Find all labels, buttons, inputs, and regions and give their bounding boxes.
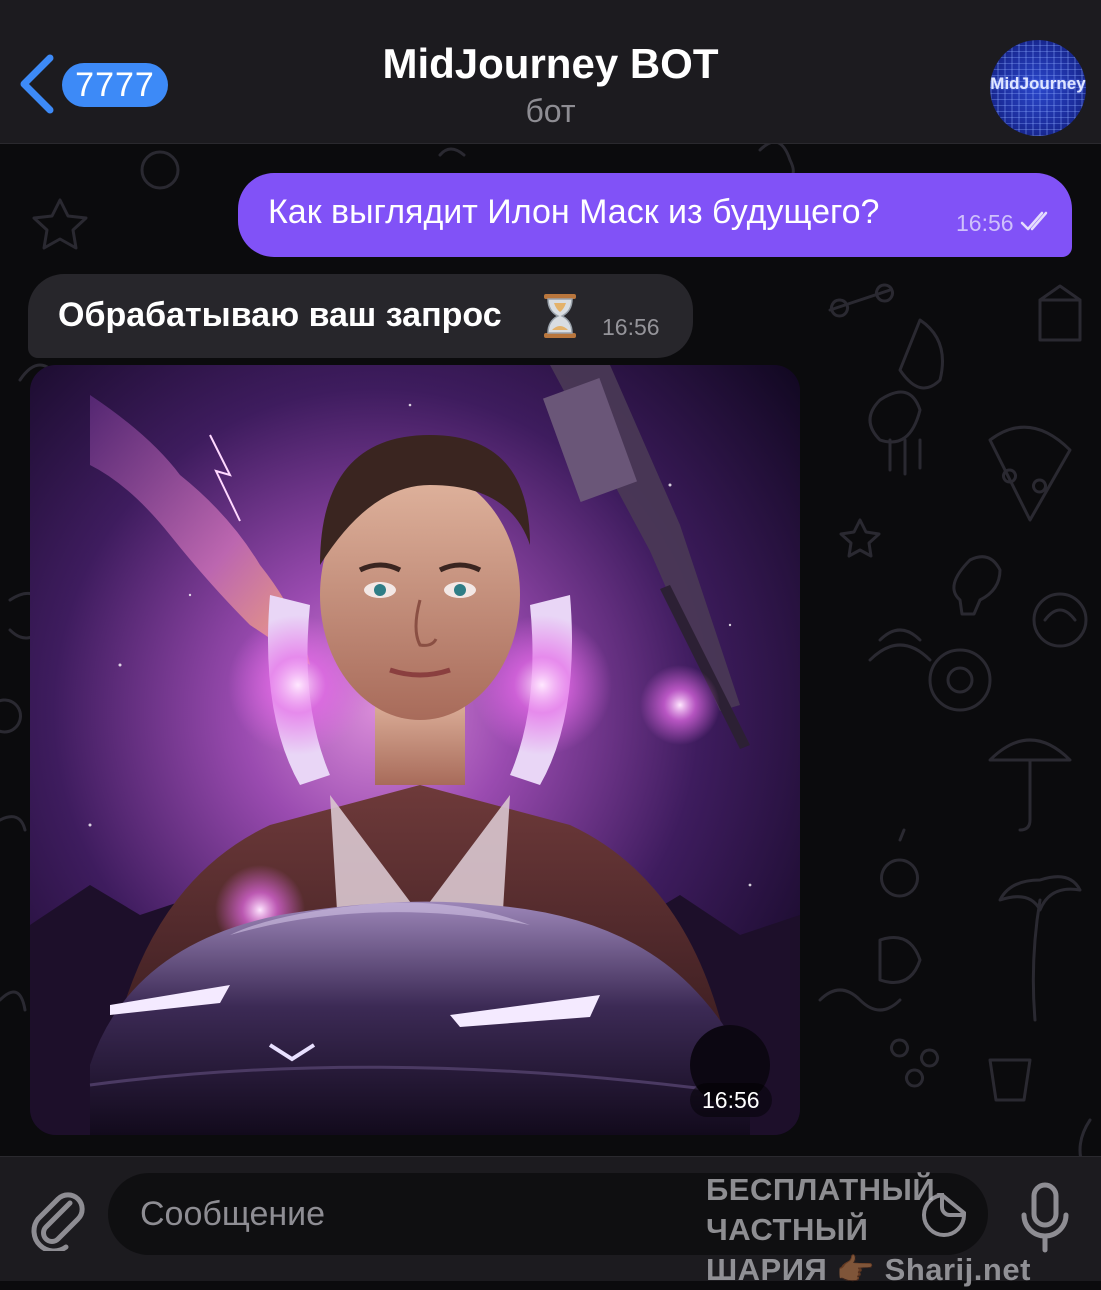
- message-text: Обрабатываю ваш запрос: [58, 296, 502, 334]
- generated-image: [30, 365, 800, 1135]
- sticker-icon[interactable]: [920, 1191, 968, 1239]
- chat-header: 7777 MidJourney BOT бот MidJourney: [0, 0, 1101, 144]
- message-time: 16:56: [602, 314, 660, 340]
- generated-image-message[interactable]: [30, 365, 800, 1135]
- avatar-logo: MidJourney: [990, 74, 1086, 93]
- microphone-icon[interactable]: [1020, 1181, 1070, 1253]
- message-composer: [0, 1156, 1101, 1281]
- bot-avatar[interactable]: MidJourney: [990, 40, 1086, 136]
- image-time: 16:56: [690, 1083, 772, 1117]
- hourglass-icon: [544, 294, 576, 338]
- incoming-message-bubble[interactable]: Обрабатываю ваш запрос 16:56: [28, 274, 693, 358]
- read-checks-icon: [1020, 211, 1048, 231]
- message-text: Как выглядит Илон Маск из будущего?: [268, 193, 880, 231]
- message-input[interactable]: [108, 1173, 988, 1255]
- chat-title[interactable]: MidJourney BOT: [0, 40, 1101, 88]
- outgoing-message-bubble[interactable]: Как выглядит Илон Маск из будущего? 16:5…: [238, 173, 1072, 257]
- message-time: 16:56: [956, 210, 1014, 236]
- paperclip-icon[interactable]: [26, 1181, 86, 1251]
- chat-subtitle: бот: [525, 93, 576, 129]
